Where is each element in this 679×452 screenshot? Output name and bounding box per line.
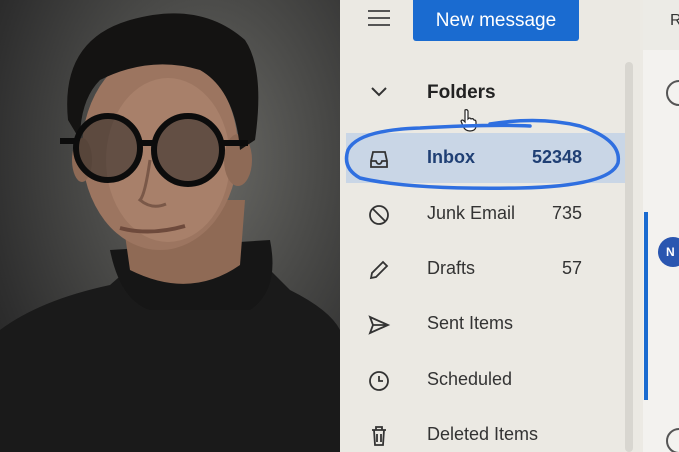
highlight-circle-annotation	[344, 118, 621, 191]
mail-app-window: New message Folders Inbox 52348 Junk Ema…	[340, 0, 679, 452]
new-message-button[interactable]: New message	[413, 0, 579, 41]
unread-count: 735	[551, 203, 582, 223]
chevron-down-icon[interactable]	[370, 82, 388, 100]
toolbar-cut-text: R	[670, 12, 679, 29]
folder-item-junk-email[interactable]: Junk Email 735	[346, 189, 626, 239]
block-icon	[369, 205, 389, 225]
folder-item-drafts[interactable]: Drafts 57	[346, 244, 626, 294]
folder-label: Sent Items	[427, 313, 514, 333]
pencil-icon	[369, 260, 389, 280]
folder-item-deleted-items[interactable]: Deleted Items	[346, 410, 626, 452]
unread-count: 57	[561, 258, 582, 278]
folder-item-sent-items[interactable]: Sent Items	[346, 299, 626, 349]
clock-icon	[369, 371, 389, 391]
portrait-photo	[0, 0, 340, 452]
folders-header[interactable]: Folders	[340, 76, 630, 112]
folder-label: Junk Email	[427, 203, 516, 223]
send-icon	[368, 315, 391, 335]
folder-pane: New message Folders Inbox 52348 Junk Ema…	[340, 0, 640, 452]
folder-label: Deleted Items	[427, 424, 539, 444]
trash-icon	[372, 426, 386, 446]
folder-item-scheduled[interactable]: Scheduled	[346, 355, 626, 405]
folders-label: Folders	[427, 82, 496, 103]
selected-message-indicator	[644, 212, 648, 400]
folder-label: Drafts	[427, 258, 476, 278]
hamburger-menu-icon[interactable]	[368, 10, 390, 26]
folder-label: Scheduled	[427, 369, 513, 389]
